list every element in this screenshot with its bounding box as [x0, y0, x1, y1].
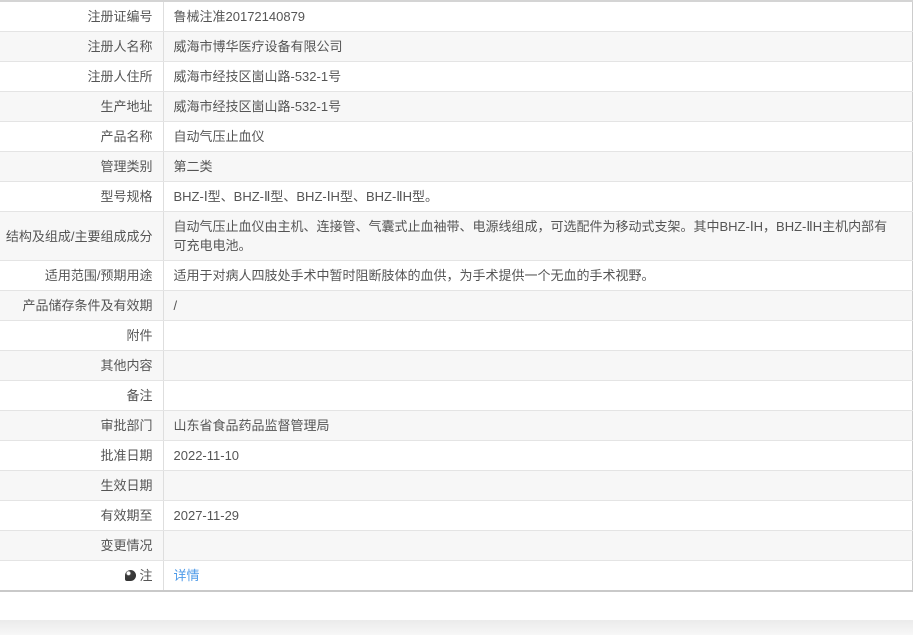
- registration-detail-page: 注册证编号 鲁械注准20172140879 注册人名称 威海市博华医疗设备有限公…: [0, 0, 913, 635]
- row-value: [163, 380, 913, 411]
- table-row: 备注: [0, 380, 913, 411]
- table-row: 变更情况: [0, 530, 913, 561]
- row-value: 自动气压止血仪由主机、连接管、气囊式止血袖带、电源线组成，可选配件为移动式支架。…: [163, 211, 913, 261]
- row-value: 自动气压止血仪: [163, 121, 913, 152]
- row-value: 鲁械注准20172140879: [163, 1, 913, 32]
- row-label: 适用范围/预期用途: [0, 260, 164, 291]
- detail-link[interactable]: 详情: [174, 568, 200, 583]
- table-row: 生产地址 威海市经技区崮山路-532-1号: [0, 91, 913, 122]
- footer-band: [0, 620, 913, 635]
- table-row: 产品储存条件及有效期 /: [0, 290, 913, 321]
- row-value: BHZ-Ⅰ型、BHZ-Ⅱ型、BHZ-ⅠH型、BHZ-ⅡH型。: [163, 181, 913, 212]
- row-value: 第二类: [163, 151, 913, 182]
- row-value: /: [163, 290, 913, 321]
- row-label: 注册人名称: [0, 31, 164, 62]
- table-row: 适用范围/预期用途 适用于对病人四肢处手术中暂时阻断肢体的血供，为手术提供一个无…: [0, 260, 913, 291]
- table-row: 注册人名称 威海市博华医疗设备有限公司: [0, 31, 913, 62]
- table-row: 注册证编号 鲁械注准20172140879: [0, 1, 913, 32]
- row-label: 其他内容: [0, 350, 164, 381]
- table-row-note: 注 详情: [0, 560, 913, 592]
- registration-info-table: 注册证编号 鲁械注准20172140879 注册人名称 威海市博华医疗设备有限公…: [0, 0, 913, 592]
- row-label: 审批部门: [0, 410, 164, 441]
- row-label: 型号规格: [0, 181, 164, 212]
- note-label-cell: 注: [0, 560, 164, 591]
- row-label: 生效日期: [0, 470, 164, 501]
- table-row: 注册人住所 威海市经技区崮山路-532-1号: [0, 61, 913, 92]
- row-value: 2027-11-29: [163, 500, 913, 531]
- table-row: 有效期至 2027-11-29: [0, 500, 913, 531]
- row-value: 山东省食品药品监督管理局: [163, 410, 913, 441]
- row-label: 产品储存条件及有效期: [0, 290, 164, 321]
- row-label: 产品名称: [0, 121, 164, 152]
- table-row: 管理类别 第二类: [0, 151, 913, 182]
- table-row: 生效日期: [0, 470, 913, 501]
- row-label: 注册人住所: [0, 61, 164, 92]
- table-row: 结构及组成/主要组成成分 自动气压止血仪由主机、连接管、气囊式止血袖带、电源线组…: [0, 211, 913, 261]
- row-label: 有效期至: [0, 500, 164, 531]
- row-value: 威海市博华医疗设备有限公司: [163, 31, 913, 62]
- row-label: 批准日期: [0, 440, 164, 471]
- row-value: [163, 470, 913, 501]
- row-label: 备注: [0, 380, 164, 411]
- row-label: 生产地址: [0, 91, 164, 122]
- row-label: 附件: [0, 320, 164, 351]
- row-value: 威海市经技区崮山路-532-1号: [163, 91, 913, 122]
- table-row: 其他内容: [0, 350, 913, 381]
- balloon-icon: [125, 570, 137, 581]
- row-label: 管理类别: [0, 151, 164, 182]
- row-value: 威海市经技区崮山路-532-1号: [163, 61, 913, 92]
- row-label: 注册证编号: [0, 1, 164, 32]
- table-row: 批准日期 2022-11-10: [0, 440, 913, 471]
- row-value: [163, 530, 913, 561]
- row-value: [163, 320, 913, 351]
- note-label: 注: [139, 568, 153, 583]
- table-row: 产品名称 自动气压止血仪: [0, 121, 913, 152]
- row-value: 适用于对病人四肢处手术中暂时阻断肢体的血供，为手术提供一个无血的手术视野。: [163, 260, 913, 291]
- table-row: 审批部门 山东省食品药品监督管理局: [0, 410, 913, 441]
- table-row: 型号规格 BHZ-Ⅰ型、BHZ-Ⅱ型、BHZ-ⅠH型、BHZ-ⅡH型。: [0, 181, 913, 212]
- row-value: [163, 350, 913, 381]
- row-label: 结构及组成/主要组成成分: [0, 211, 164, 261]
- table-row: 附件: [0, 320, 913, 351]
- row-value: 2022-11-10: [163, 440, 913, 471]
- note-value-cell: 详情: [163, 561, 913, 592]
- row-label: 变更情况: [0, 530, 164, 561]
- footer-gap: [0, 592, 913, 605]
